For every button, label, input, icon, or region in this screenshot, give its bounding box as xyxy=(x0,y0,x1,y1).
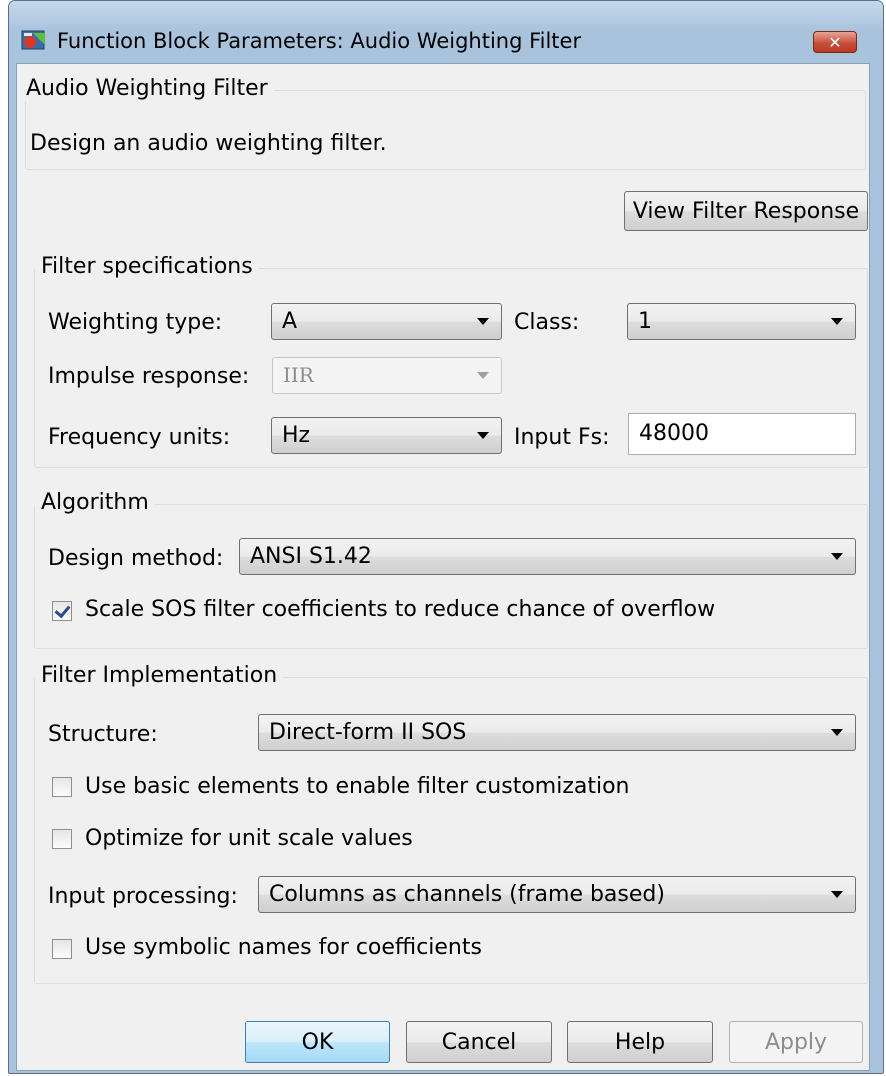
impulse-response-label: Impulse response: xyxy=(48,364,250,389)
ok-button[interactable]: OK xyxy=(245,1021,390,1063)
input-processing-label: Input processing: xyxy=(48,884,238,909)
scale-sos-label[interactable]: Scale SOS filter coefficients to reduce … xyxy=(85,597,715,622)
design-method-label: Design method: xyxy=(48,546,224,571)
chevron-down-icon xyxy=(477,372,489,379)
symbolic-names-checkbox[interactable] xyxy=(52,939,72,959)
algorithm-title: Algorithm xyxy=(35,490,155,515)
class-select[interactable]: 1 xyxy=(627,303,856,340)
optimize-unit-scale-label[interactable]: Optimize for unit scale values xyxy=(85,826,413,851)
basic-elements-checkbox[interactable] xyxy=(52,777,72,797)
input-processing-select[interactable]: Columns as channels (frame based) xyxy=(258,876,856,913)
help-button[interactable]: Help xyxy=(567,1021,713,1063)
close-button[interactable]: ✕ xyxy=(813,31,857,53)
filter-specifications-title: Filter specifications xyxy=(35,254,259,279)
input-fs-field[interactable]: 48000 xyxy=(628,413,856,455)
window-title: Function Block Parameters: Audio Weighti… xyxy=(57,29,582,53)
chevron-down-icon xyxy=(831,891,843,898)
chevron-down-icon xyxy=(831,729,843,736)
basic-elements-label[interactable]: Use basic elements to enable filter cust… xyxy=(85,774,630,799)
weighting-type-value: A xyxy=(282,309,298,334)
block-description: Design an audio weighting filter. xyxy=(30,131,387,156)
header-group-title: Audio Weighting Filter xyxy=(20,76,274,101)
algorithm-group: Algorithm xyxy=(34,490,868,649)
weighting-type-label: Weighting type: xyxy=(48,310,223,335)
impulse-response-value: IIR xyxy=(283,363,314,387)
weighting-type-select[interactable]: A xyxy=(271,303,502,340)
cancel-button[interactable]: Cancel xyxy=(406,1021,552,1063)
impulse-response-select[interactable]: IIR xyxy=(272,357,502,394)
chevron-down-icon xyxy=(477,432,489,439)
class-label: Class: xyxy=(514,310,580,335)
title-bar[interactable] xyxy=(9,1,883,31)
chevron-down-icon xyxy=(477,318,489,325)
structure-select[interactable]: Direct-form II SOS xyxy=(258,714,856,751)
scale-sos-checkbox[interactable] xyxy=(52,601,72,621)
filter-implementation-title: Filter Implementation xyxy=(35,663,284,688)
optimize-unit-scale-checkbox[interactable] xyxy=(52,829,72,849)
frequency-units-value: Hz xyxy=(282,423,311,448)
view-filter-response-button[interactable]: View Filter Response xyxy=(624,191,868,231)
structure-label: Structure: xyxy=(48,722,158,747)
structure-value: Direct-form II SOS xyxy=(269,720,467,745)
input-fs-value: 48000 xyxy=(639,421,709,446)
class-value: 1 xyxy=(638,309,652,334)
frequency-units-select[interactable]: Hz xyxy=(271,417,502,454)
chevron-down-icon xyxy=(831,318,843,325)
chevron-down-icon xyxy=(831,553,843,560)
apply-button[interactable]: Apply xyxy=(729,1021,863,1063)
input-processing-value: Columns as channels (frame based) xyxy=(269,882,665,907)
design-method-value: ANSI S1.42 xyxy=(250,544,372,569)
header-group: Audio Weighting Filter Design an audio w… xyxy=(20,76,866,170)
symbolic-names-label[interactable]: Use symbolic names for coefficients xyxy=(85,935,482,960)
design-method-select[interactable]: ANSI S1.42 xyxy=(239,538,856,575)
close-icon: ✕ xyxy=(828,32,842,52)
frequency-units-label: Frequency units: xyxy=(48,425,231,450)
input-fs-label: Input Fs: xyxy=(514,425,610,450)
simulink-block-icon xyxy=(21,29,47,51)
